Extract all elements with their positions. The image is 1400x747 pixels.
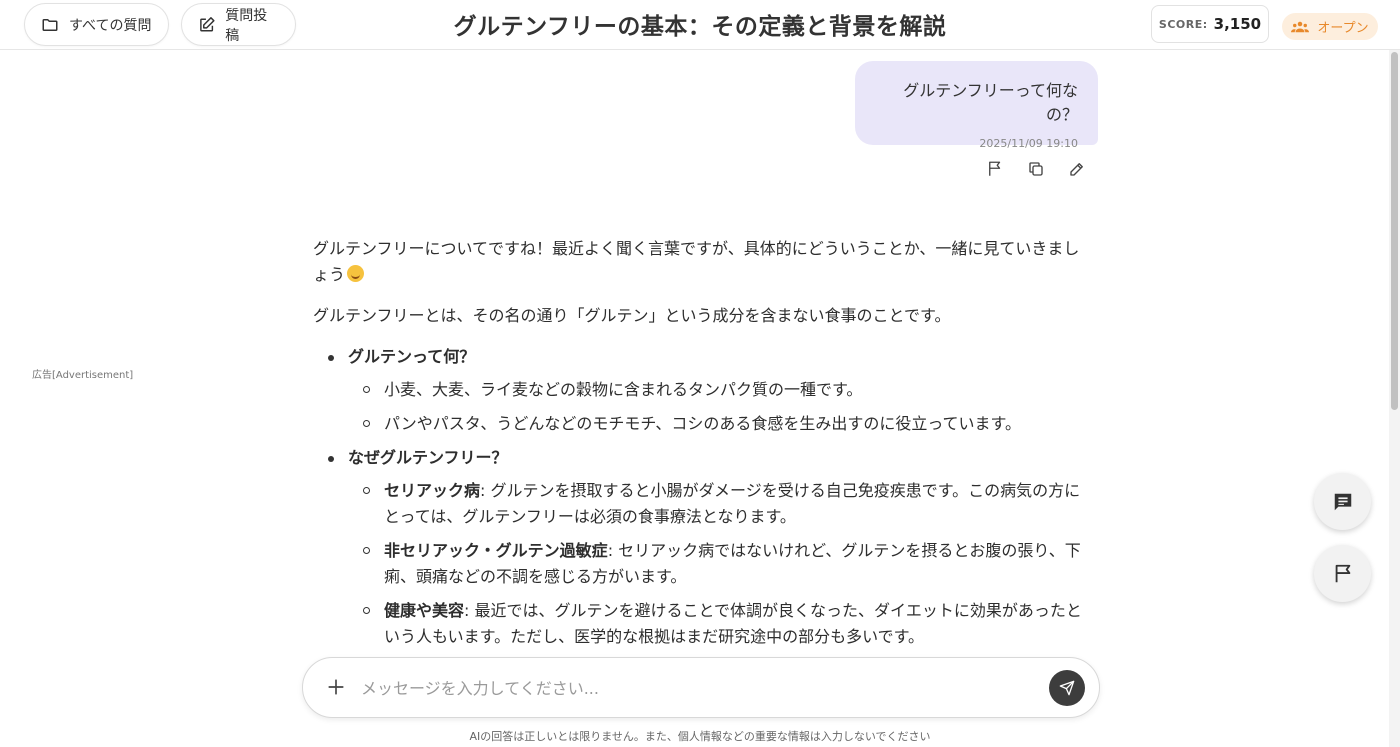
list-item: 健康や美容: 最近では、グルテンを避けることで体調が良くなった、ダイエットに効果… [348, 598, 1083, 650]
disclaimer-text: AIの回答は正しいとは限りません。また、個人情報などの重要な情報は入力しないでく… [469, 730, 931, 743]
scrollbar-thumb[interactable] [1391, 52, 1398, 410]
item-term: 非セリアック・グルテン過敏症 [384, 541, 608, 560]
top-header: すべての質問 質問投稿 グルテンフリーの基本：その定義と背景を解説 SCORE:… [0, 0, 1400, 50]
section-heading: グルテンって何？ [348, 347, 476, 366]
score-value: 3,150 [1213, 15, 1262, 33]
answer-list: グルテンって何？ 小麦、大麦、ライ麦などの穀物に含まれるタンパク質の一種です。 … [313, 344, 1083, 650]
list-item: セリアック病: グルテンを摂取すると小腸がダメージを受ける自己免疫疾患です。この… [348, 478, 1083, 530]
status-label: オープン [1317, 21, 1369, 36]
ai-answer: グルテンフリーについてですね！最近よく聞く言葉ですが、具体的にどういうことか、一… [313, 236, 1083, 658]
copy-icon[interactable] [1027, 160, 1045, 178]
score-label: SCORE: [1158, 17, 1208, 31]
message-actions [986, 160, 1086, 178]
smiling-face-emoji [347, 265, 365, 282]
scrollbar[interactable] [1389, 50, 1400, 747]
item-text: : 最近では、グルテンを避けることで体調が良くなった、ダイエットに効果があったと… [384, 601, 1082, 646]
users-icon [1291, 21, 1310, 32]
chat-icon [1334, 493, 1351, 510]
ad-label: 広告[Advertisement] [32, 370, 134, 381]
answer-intro: グルテンフリーについてですね！最近よく聞く言葉ですが、具体的にどういうことか、一… [313, 236, 1083, 288]
list-item: 非セリアック・グルテン過敏症: セリアック病ではないけれど、グルテンを摂るとお腹… [348, 538, 1083, 590]
report-button[interactable] [1314, 545, 1371, 602]
item-term: 健康や美容 [384, 601, 465, 620]
section-heading: なぜグルテンフリー？ [348, 448, 508, 467]
item-term: セリアック病 [384, 481, 481, 500]
item-text: : グルテンを摂取すると小腸がダメージを受ける自己免疫疾患です。この病気の方にと… [384, 481, 1081, 526]
sub-list: 小麦、大麦、ライ麦などの穀物に含まれるタンパク質の一種です。 パンやパスタ、うど… [348, 377, 1083, 437]
list-item: 小麦、大麦、ライ麦などの穀物に含まれるタンパク質の一種です。 [348, 377, 1083, 403]
answer-intro-text: グルテンフリーについてですね！最近よく聞く言葉ですが、具体的にどういうことか、一… [313, 239, 1080, 284]
message-input[interactable] [361, 672, 1031, 704]
chat-list-button[interactable] [1314, 473, 1371, 530]
plus-icon[interactable] [327, 678, 345, 696]
flag-icon [1335, 564, 1350, 582]
user-message-text: グルテンフリーって何なの？ [903, 81, 1078, 124]
send-button[interactable] [1049, 670, 1085, 706]
item-text: パンやパスタ、うどんなどのモチモチ、コシのある食感を生み出すのに役立っています。 [384, 414, 1021, 433]
status-badge: オープン [1282, 13, 1378, 40]
message-input-bar [302, 657, 1100, 718]
item-text: 小麦、大麦、ライ麦などの穀物に含まれるタンパク質の一種です。 [384, 380, 863, 399]
list-item: パンやパスタ、うどんなどのモチモチ、コシのある食感を生み出すのに役立っています。 [348, 411, 1083, 437]
score-display: SCORE: 3,150 [1151, 5, 1269, 43]
answer-definition: グルテンフリーとは、その名の通り「グルテン」という成分を含まない食事のことです。 [313, 306, 951, 325]
pencil-icon[interactable] [1068, 160, 1086, 178]
list-item: グルテンって何？ 小麦、大麦、ライ麦などの穀物に含まれるタンパク質の一種です。 … [313, 344, 1083, 437]
sub-list: セリアック病: グルテンを摂取すると小腸がダメージを受ける自己免疫疾患です。この… [348, 478, 1083, 650]
flag-icon[interactable] [986, 160, 1004, 178]
message-timestamp: 2025/11/09 19:10 [979, 137, 1078, 150]
send-icon [1059, 680, 1075, 696]
list-item: なぜグルテンフリー？ セリアック病: グルテンを摂取すると小腸がダメージを受ける… [313, 445, 1083, 650]
user-message-bubble: グルテンフリーって何なの？ 2025/11/09 19:10 [855, 61, 1098, 150]
